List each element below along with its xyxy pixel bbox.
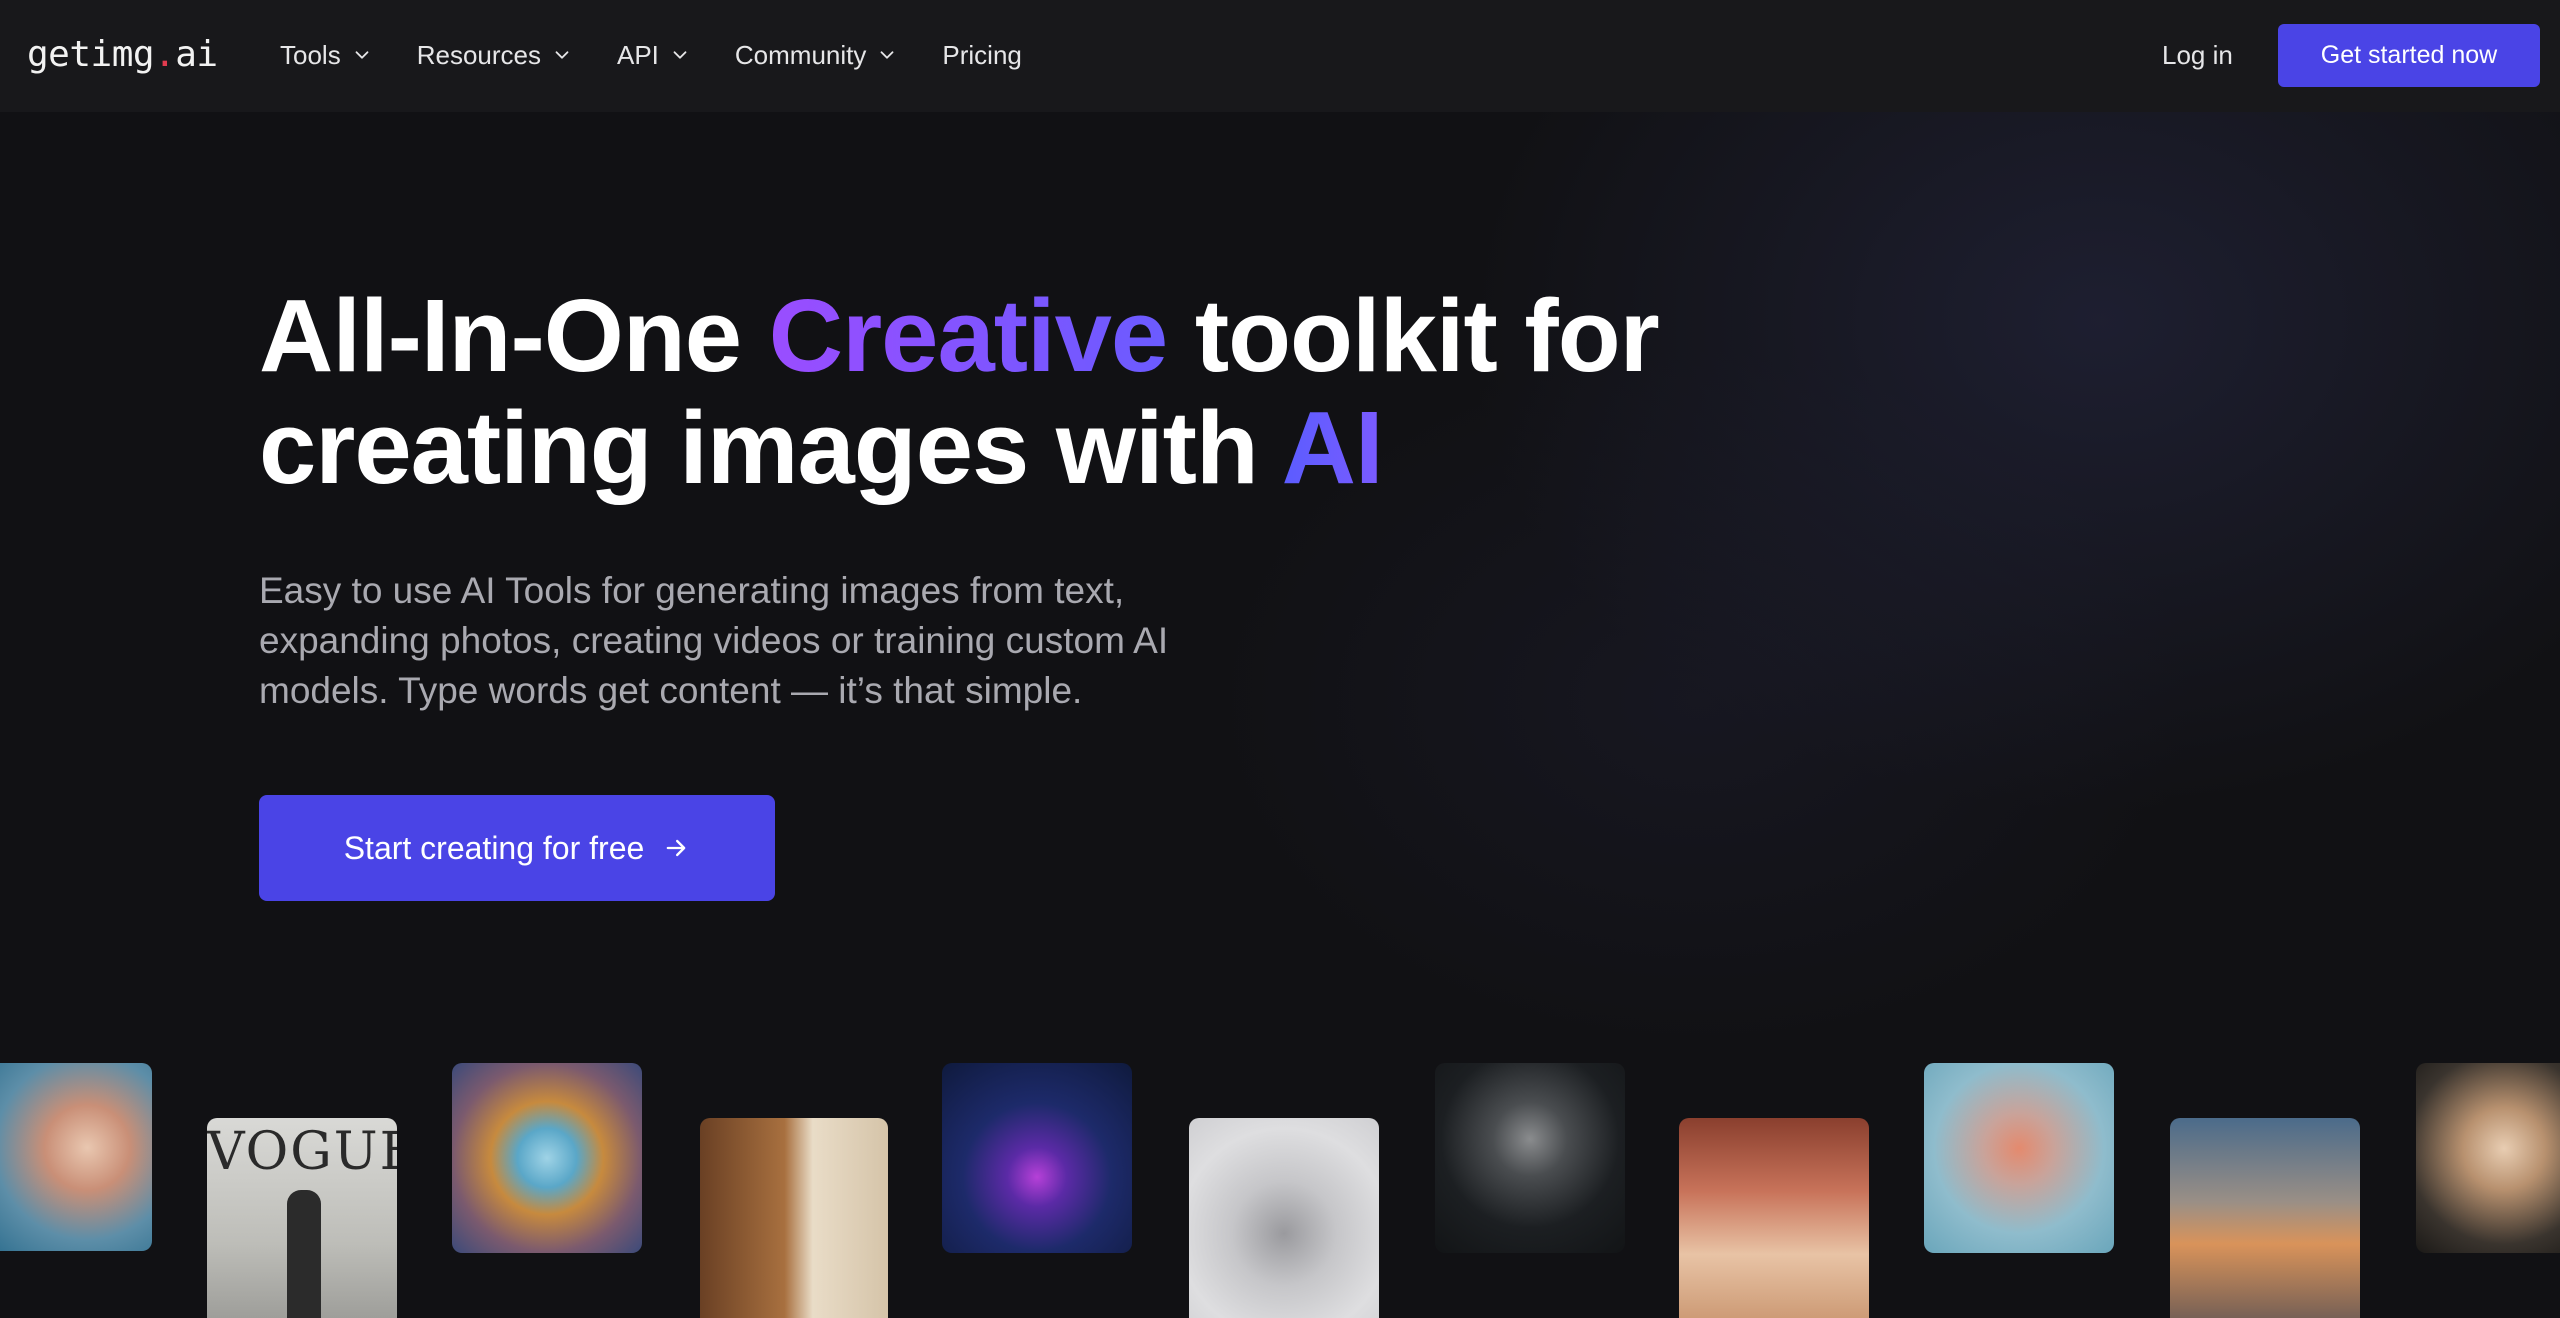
top-nav: getimg.ai Tools Resources API Community …: [0, 0, 2560, 112]
nav-item-api[interactable]: API: [617, 40, 691, 71]
logo-dot: .: [154, 34, 176, 75]
gallery-image-door[interactable]: [700, 1118, 888, 1318]
start-creating-label: Start creating for free: [343, 829, 645, 866]
nav-links: Tools Resources API Community Pricing: [280, 30, 1066, 80]
gallery-image-dancer[interactable]: [1924, 1063, 2114, 1253]
hero-subtitle-line: Easy to use AI Tools for generating imag…: [259, 570, 1125, 611]
nav-item-community[interactable]: Community: [735, 40, 898, 71]
hero-title-ai: AI: [1281, 390, 1384, 505]
hero-title: All-In-One Creative toolkit for creating…: [259, 280, 1759, 504]
hero-title-line2: creating images with: [259, 390, 1282, 505]
gallery-image-alien[interactable]: [1435, 1063, 1625, 1253]
start-creating-button[interactable]: Start creating for free: [259, 795, 775, 901]
nav-item-label: API: [616, 39, 659, 70]
gallery-image-vogue[interactable]: VOGUE: [207, 1118, 397, 1318]
nav-item-label: Tools: [280, 39, 341, 70]
nav-item-label: Pricing: [942, 39, 1022, 70]
hero-title-part2: toolkit for: [1167, 278, 1660, 393]
logo-suffix: ai: [175, 34, 218, 75]
gallery-image-neon-heart[interactable]: [942, 1063, 1132, 1253]
hero-subtitle-line: expanding photos, creating videos or tra…: [259, 620, 1169, 661]
hero-title-highlight: Creative: [768, 278, 1169, 393]
chevron-down-icon: [555, 51, 569, 59]
gallery-image-sketch-head[interactable]: [1189, 1118, 1379, 1318]
nav-item-label: Resources: [416, 39, 541, 70]
gallery-image-face[interactable]: [0, 1063, 152, 1251]
nav-item-label: Community: [734, 39, 867, 70]
hero-subtitle: Easy to use AI Tools for generating imag…: [259, 566, 1319, 716]
nav-item-resources[interactable]: Resources: [417, 40, 573, 71]
gallery-image-arches[interactable]: [1679, 1118, 1869, 1318]
get-started-button[interactable]: Get started now: [2278, 24, 2540, 87]
logo[interactable]: getimg.ai: [27, 30, 218, 80]
page: getimg.ai Tools Resources API Community …: [0, 0, 2560, 1318]
vogue-text: VOGUE: [207, 1122, 397, 1182]
login-link[interactable]: Log in: [2162, 30, 2233, 80]
gallery-image-astronaut[interactable]: [2170, 1118, 2360, 1318]
hero-title-part1: All-In-One: [259, 278, 769, 393]
chevron-down-icon: [355, 51, 369, 59]
logo-prefix: getimg: [27, 34, 155, 75]
gallery-image-orb[interactable]: [452, 1063, 642, 1253]
gallery-image-robot[interactable]: [2416, 1063, 2560, 1253]
chevron-down-icon: [673, 51, 687, 59]
arrow-right-icon: [666, 839, 686, 857]
nav-item-pricing[interactable]: Pricing: [942, 40, 1021, 71]
hero-subtitle-line: models. Type words get content — it’s th…: [259, 670, 1083, 711]
chevron-down-icon: [880, 51, 894, 59]
nav-item-tools[interactable]: Tools: [280, 40, 373, 71]
